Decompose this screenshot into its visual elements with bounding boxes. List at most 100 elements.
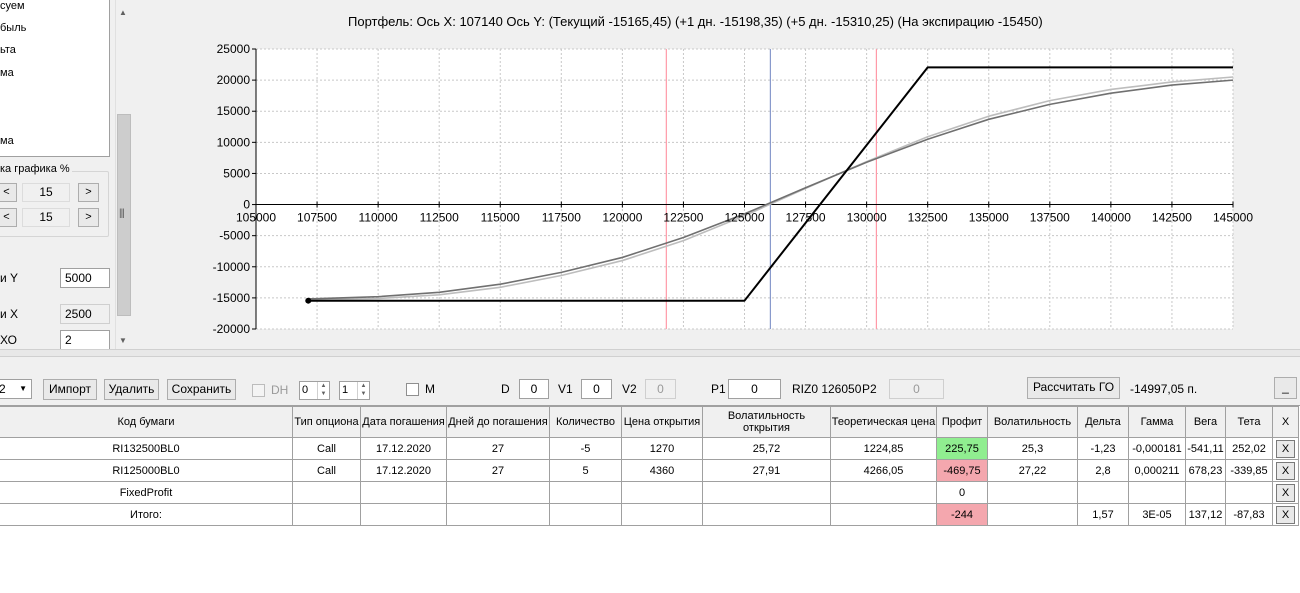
cell-theta[interactable]: 252,02 [1225,437,1273,460]
cell-days[interactable] [446,481,550,504]
v1-input[interactable]: 0 [581,379,612,399]
cell-vol[interactable]: 27,22 [987,459,1078,482]
table-row[interactable]: FixedProfit 0 X [0,481,1299,504]
calculate-go-button[interactable]: Рассчитать ГО [1027,377,1120,399]
cell-qty[interactable] [549,503,622,526]
cell-open-vol[interactable] [702,503,831,526]
cell-type[interactable] [292,481,361,504]
col-header[interactable]: Теоретическая цена [830,406,937,438]
minimize-button[interactable]: _ [1274,377,1297,399]
cell-date[interactable] [360,481,447,504]
left-panel-scrollbar[interactable]: ▲ ▼ [115,0,131,349]
cell-vega[interactable]: -541,11 [1185,437,1226,460]
cell-theta[interactable] [1225,481,1273,504]
scale-y-increase-button[interactable]: > [78,208,99,227]
d-input[interactable]: 0 [519,379,549,399]
m-checkbox[interactable] [406,383,419,396]
cell-vol[interactable]: 25,3 [987,437,1078,460]
cell-qty[interactable]: 5 [549,459,622,482]
remove-row-button[interactable]: X [1276,483,1295,502]
col-header[interactable]: Дней до погашения [446,406,550,438]
cell-profit[interactable]: -244 [936,503,988,526]
col-header[interactable]: Дельта [1077,406,1129,438]
col-header[interactable]: Профит [936,406,988,438]
cell-theo[interactable] [830,481,937,504]
spinner-arrows-icon[interactable]: ▲ ▼ [317,382,329,399]
cell-delta[interactable] [1077,481,1129,504]
cell-days[interactable]: 27 [446,437,550,460]
cell-days[interactable]: 27 [446,459,550,482]
cell-code[interactable]: RI132500BL0 [0,437,293,460]
spinner-2[interactable]: 1 ▲ ▼ [339,381,370,400]
cell-gamma[interactable]: 0,000211 [1128,459,1186,482]
col-header[interactable]: Вега [1185,406,1226,438]
col-header[interactable]: Волатильность открытия [702,406,831,438]
step-x-input[interactable]: 2500 [60,304,110,324]
cell-theta[interactable]: -87,83 [1225,503,1273,526]
scroll-up-icon[interactable]: ▲ [119,8,127,17]
scroll-down-icon[interactable]: ▼ [119,336,127,345]
cell-open-price[interactable] [621,481,703,504]
p1-input[interactable]: 0 [728,379,781,399]
col-header[interactable]: Тип опциона [292,406,361,438]
col-header[interactable]: Волатильность [987,406,1078,438]
cell-theo[interactable]: 1224,85 [830,437,937,460]
cell-theo[interactable]: 4266,05 [830,459,937,482]
col-header[interactable]: Код бумаги [0,406,293,438]
dh-checkbox[interactable] [252,384,265,397]
col-header[interactable]: Тета [1225,406,1273,438]
table-row-total[interactable]: Итого: -244 1,57 3E-05 137,12 -87,83 X [0,503,1299,526]
table-row[interactable]: RI132500BL0 Call 17.12.2020 27 -5 1270 2… [0,437,1299,460]
cell-gamma[interactable]: -0,000181 [1128,437,1186,460]
cell-date[interactable]: 17.12.2020 [360,459,447,482]
col-header[interactable]: Гамма [1128,406,1186,438]
cell-gamma[interactable] [1128,481,1186,504]
p2-input[interactable]: 0 [889,379,944,399]
cell-days[interactable] [446,503,550,526]
spinner-arrows-icon[interactable]: ▲ ▼ [357,382,369,399]
save-button[interactable]: Сохранить [167,379,236,400]
remove-row-button[interactable]: X [1276,505,1295,524]
col-header[interactable]: Цена открытия [621,406,703,438]
remove-row-button[interactable]: X [1276,439,1295,458]
cell-profit[interactable]: 0 [936,481,988,504]
scale-y-decrease-button[interactable]: < [0,208,17,227]
cell-delta[interactable]: 2,8 [1077,459,1129,482]
cell-qty[interactable]: -5 [549,437,622,460]
cell-delta[interactable]: -1,23 [1077,437,1129,460]
import-button[interactable]: Импорт [43,379,97,400]
col-header[interactable]: Дата погашения [360,406,447,438]
step-y-input[interactable]: 5000 [60,268,110,288]
cell-vol[interactable] [987,481,1078,504]
spinner-1[interactable]: 0 ▲ ▼ [299,381,330,400]
cell-vega[interactable] [1185,481,1226,504]
series-item[interactable]: ма [0,67,14,79]
cell-vega[interactable]: 137,12 [1185,503,1226,526]
delete-button[interactable]: Удалить [104,379,159,400]
cell-code[interactable]: RI125000BL0 [0,459,293,482]
scale-x-increase-button[interactable]: > [78,183,99,202]
col-header[interactable]: X [1272,406,1299,438]
series-item[interactable]: ьта [0,44,16,56]
cell-open-price[interactable]: 4360 [621,459,703,482]
cell-date[interactable] [360,503,447,526]
resize-grip-icon[interactable]: ||| [119,208,125,219]
cell-date[interactable]: 17.12.2020 [360,437,447,460]
scale-x-decrease-button[interactable]: < [0,183,17,202]
cell-type[interactable] [292,503,361,526]
cell-open-vol[interactable]: 27,91 [702,459,831,482]
table-row[interactable]: RI125000BL0 Call 17.12.2020 27 5 4360 27… [0,459,1299,482]
cell-type[interactable]: Call [292,437,361,460]
cell-theta[interactable]: -339,85 [1225,459,1273,482]
cell-profit[interactable]: -469,75 [936,459,988,482]
cell-qty[interactable] [549,481,622,504]
portfolio-dropdown[interactable]: 2 ▼ [0,379,32,399]
cell-vega[interactable]: 678,23 [1185,459,1226,482]
cell-code[interactable]: FixedProfit [0,481,293,504]
go-input[interactable]: 2 [60,330,110,350]
cell-open-vol[interactable]: 25,72 [702,437,831,460]
v2-input[interactable]: 0 [645,379,676,399]
cell-delta[interactable]: 1,57 [1077,503,1129,526]
series-item[interactable]: быль [0,22,26,34]
cell-open-price[interactable]: 1270 [621,437,703,460]
